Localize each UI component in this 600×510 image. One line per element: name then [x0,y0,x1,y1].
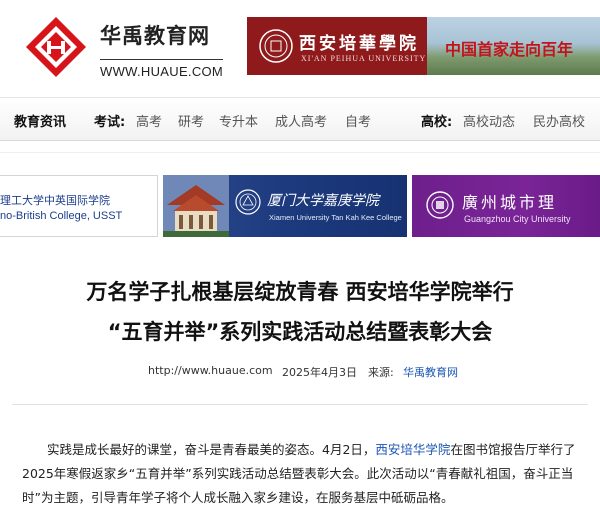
article-title-line2: “五育并举”系列实践活动总结暨表彰大会 [107,320,493,344]
meta-source-label: 来源: [368,366,394,379]
nav-exam-label: 考试: [94,115,126,130]
xmu-seal-icon [235,189,261,215]
partner-usst-en: no-British College, USST [0,210,123,222]
meta-date: 2025年4月3日 [282,366,357,379]
partner-gzcu-cn: 廣州城市理 [462,193,558,212]
school-link[interactable]: 西安培华学院 [375,442,450,457]
nav-link-college-news[interactable]: 高校动态 [463,111,515,130]
school-seal-icon [259,29,293,63]
nav-news[interactable]: 教育资讯 [14,111,66,130]
site-header: 华禹教育网 WWW.HUAUE.COM 西安培華學院 XI'AN PEIHUA … [0,0,600,95]
divider [0,152,600,153]
partner-xmu-cn: 厦门大学嘉庚学院 [267,193,379,209]
meta-url[interactable]: http://www.huaue.com [148,364,273,377]
body-text-1: 实践是成长最好的课堂，奋斗是青春最美的姿态。4月2日， [47,442,376,457]
article-body: 实践是成长最好的课堂，奋斗是青春最美的姿态。4月2日，西安培华学院在图书馆报告厅… [22,438,588,510]
banner-school-name: 西安培華學院 [299,34,419,54]
article-paragraph: 实践是成长最好的课堂，奋斗是青春最美的姿态。4月2日，西安培华学院在图书馆报告厅… [22,438,588,510]
nav-link-zhuanshengben[interactable]: 专升本 [219,111,258,130]
site-name[interactable]: 华禹教育网 [100,20,210,50]
nav-link-chengren[interactable]: 成人高考 [275,111,327,130]
meta-source-link[interactable]: 华禹教育网 [403,364,458,380]
partner-xmu-en: Xiamen University Tan Kah Kee College [269,213,402,222]
banner-school-en: XI'AN PEIHUA UNIVERSITY [301,54,427,63]
site-url[interactable]: WWW.HUAUE.COM [100,59,224,79]
article-title-line1: 万名学子扎根基层绽放青春 西安培华学院举行 [86,280,514,304]
temple-building-icon [163,175,229,237]
banner-slogan: 中国首家走向百年 [445,40,574,59]
partner-banner-xmu[interactable]: 厦门大学嘉庚学院 Xiamen University Tan Kah Kee C… [163,175,407,237]
main-nav: 教育资讯 考试: 高考 研考 专升本 成人高考 自考 高校: 高校动态 民办高校 [0,97,600,141]
gzcu-seal-icon [426,191,454,219]
partner-banner-gzcu[interactable]: 廣州城市理 Guangzhou City University [412,175,600,237]
nav-link-zikao[interactable]: 自考 [345,111,371,130]
site-logo-icon[interactable] [26,17,86,77]
nav-link-yankao[interactable]: 研考 [178,111,204,130]
partner-gzcu-en: Guangzhou City University [464,214,571,224]
partner-banner-usst[interactable]: 理工大学中英国际学院 no-British College, USST [0,175,158,237]
divider [12,404,588,405]
nav-link-gaokao[interactable]: 高考 [136,111,162,130]
nav-college-label: 高校: [421,115,453,130]
partner-usst-cn: 理工大学中英国际学院 [0,194,110,207]
nav-link-private-college[interactable]: 民办高校 [533,111,585,130]
